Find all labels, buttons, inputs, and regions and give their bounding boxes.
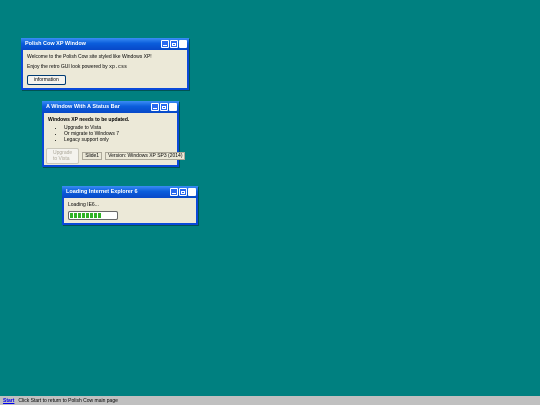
window-body: Loading IE6... bbox=[64, 198, 196, 223]
title-bar[interactable]: Polish Cow XP Window bbox=[21, 38, 189, 50]
css-code: xp.css bbox=[109, 64, 128, 71]
taskbar-hint: Click Start to return to Polish Cow main… bbox=[18, 397, 118, 404]
status-version: Version: Windows XP SP3 (2014) bbox=[105, 152, 186, 161]
window-body: Windows XP needs to be updated. Upgrade … bbox=[44, 113, 177, 148]
minimize-button[interactable] bbox=[161, 40, 169, 48]
information-button[interactable]: information bbox=[27, 74, 66, 85]
progress-segment bbox=[86, 213, 89, 219]
window-controls bbox=[161, 40, 187, 48]
progress-bar bbox=[68, 211, 118, 221]
minimize-icon bbox=[163, 45, 167, 46]
maximize-icon bbox=[162, 105, 166, 109]
update-heading: Windows XP needs to be updated. bbox=[48, 117, 130, 123]
minimize-icon bbox=[153, 108, 157, 109]
maximize-button[interactable] bbox=[160, 103, 168, 111]
title-bar[interactable]: Loading Internet Explorer 6 bbox=[62, 186, 198, 198]
progress-segment bbox=[98, 213, 101, 219]
upgrade-to-vista-button[interactable]: Upgrade to Vista bbox=[46, 148, 80, 165]
maximize-icon bbox=[172, 42, 176, 46]
loading-ie-window: Loading Internet Explorer 6 Loading IE6.… bbox=[62, 186, 198, 226]
maximize-icon bbox=[181, 190, 185, 194]
window-body: Welcome to the Polish Cow site styled li… bbox=[23, 50, 187, 88]
window-controls bbox=[151, 103, 177, 111]
loading-text: Loading IE6... bbox=[68, 202, 99, 208]
status-bar: Upgrade to Vista Slide1 Version: Windows… bbox=[44, 148, 186, 165]
maximize-button[interactable] bbox=[170, 40, 178, 48]
window-controls bbox=[170, 188, 196, 196]
taskbar: Start Click Start to return to Polish Co… bbox=[0, 396, 540, 405]
window-title: A Window With A Status Bar bbox=[46, 104, 120, 110]
minimize-button[interactable] bbox=[170, 188, 178, 196]
progress-segment bbox=[90, 213, 93, 219]
window-title: Loading Internet Explorer 6 bbox=[66, 189, 138, 195]
minimize-icon bbox=[172, 193, 176, 194]
upgrade-list: Upgrade to Vista Or migrate to Windows 7… bbox=[48, 125, 173, 143]
window-title: Polish Cow XP Window bbox=[25, 41, 86, 47]
progress-segment bbox=[78, 213, 81, 219]
close-button[interactable] bbox=[169, 103, 177, 111]
maximize-button[interactable] bbox=[179, 188, 187, 196]
progress-segment bbox=[70, 213, 73, 219]
title-bar[interactable]: A Window With A Status Bar bbox=[42, 101, 179, 113]
welcome-text: Welcome to the Polish Cow site styled li… bbox=[27, 54, 152, 60]
close-button[interactable] bbox=[188, 188, 196, 196]
status-slide: Slide1 bbox=[82, 152, 103, 161]
progress-segment bbox=[94, 213, 97, 219]
minimize-button[interactable] bbox=[151, 103, 159, 111]
enjoy-text-prefix: Enjoy the retro GUI look powered by bbox=[27, 64, 109, 71]
list-item: Legacy support only bbox=[64, 137, 173, 143]
close-button[interactable] bbox=[179, 40, 187, 48]
status-bar-window: A Window With A Status Bar Windows XP ne… bbox=[42, 101, 186, 168]
progress-segment bbox=[74, 213, 77, 219]
enjoy-text: Enjoy the retro GUI look powered by xp.c… bbox=[27, 64, 183, 70]
start-link[interactable]: Start bbox=[3, 398, 14, 404]
progress-segment bbox=[82, 213, 85, 219]
polish-cow-window: Polish Cow XP Window Welcome to the Poli… bbox=[21, 38, 189, 90]
